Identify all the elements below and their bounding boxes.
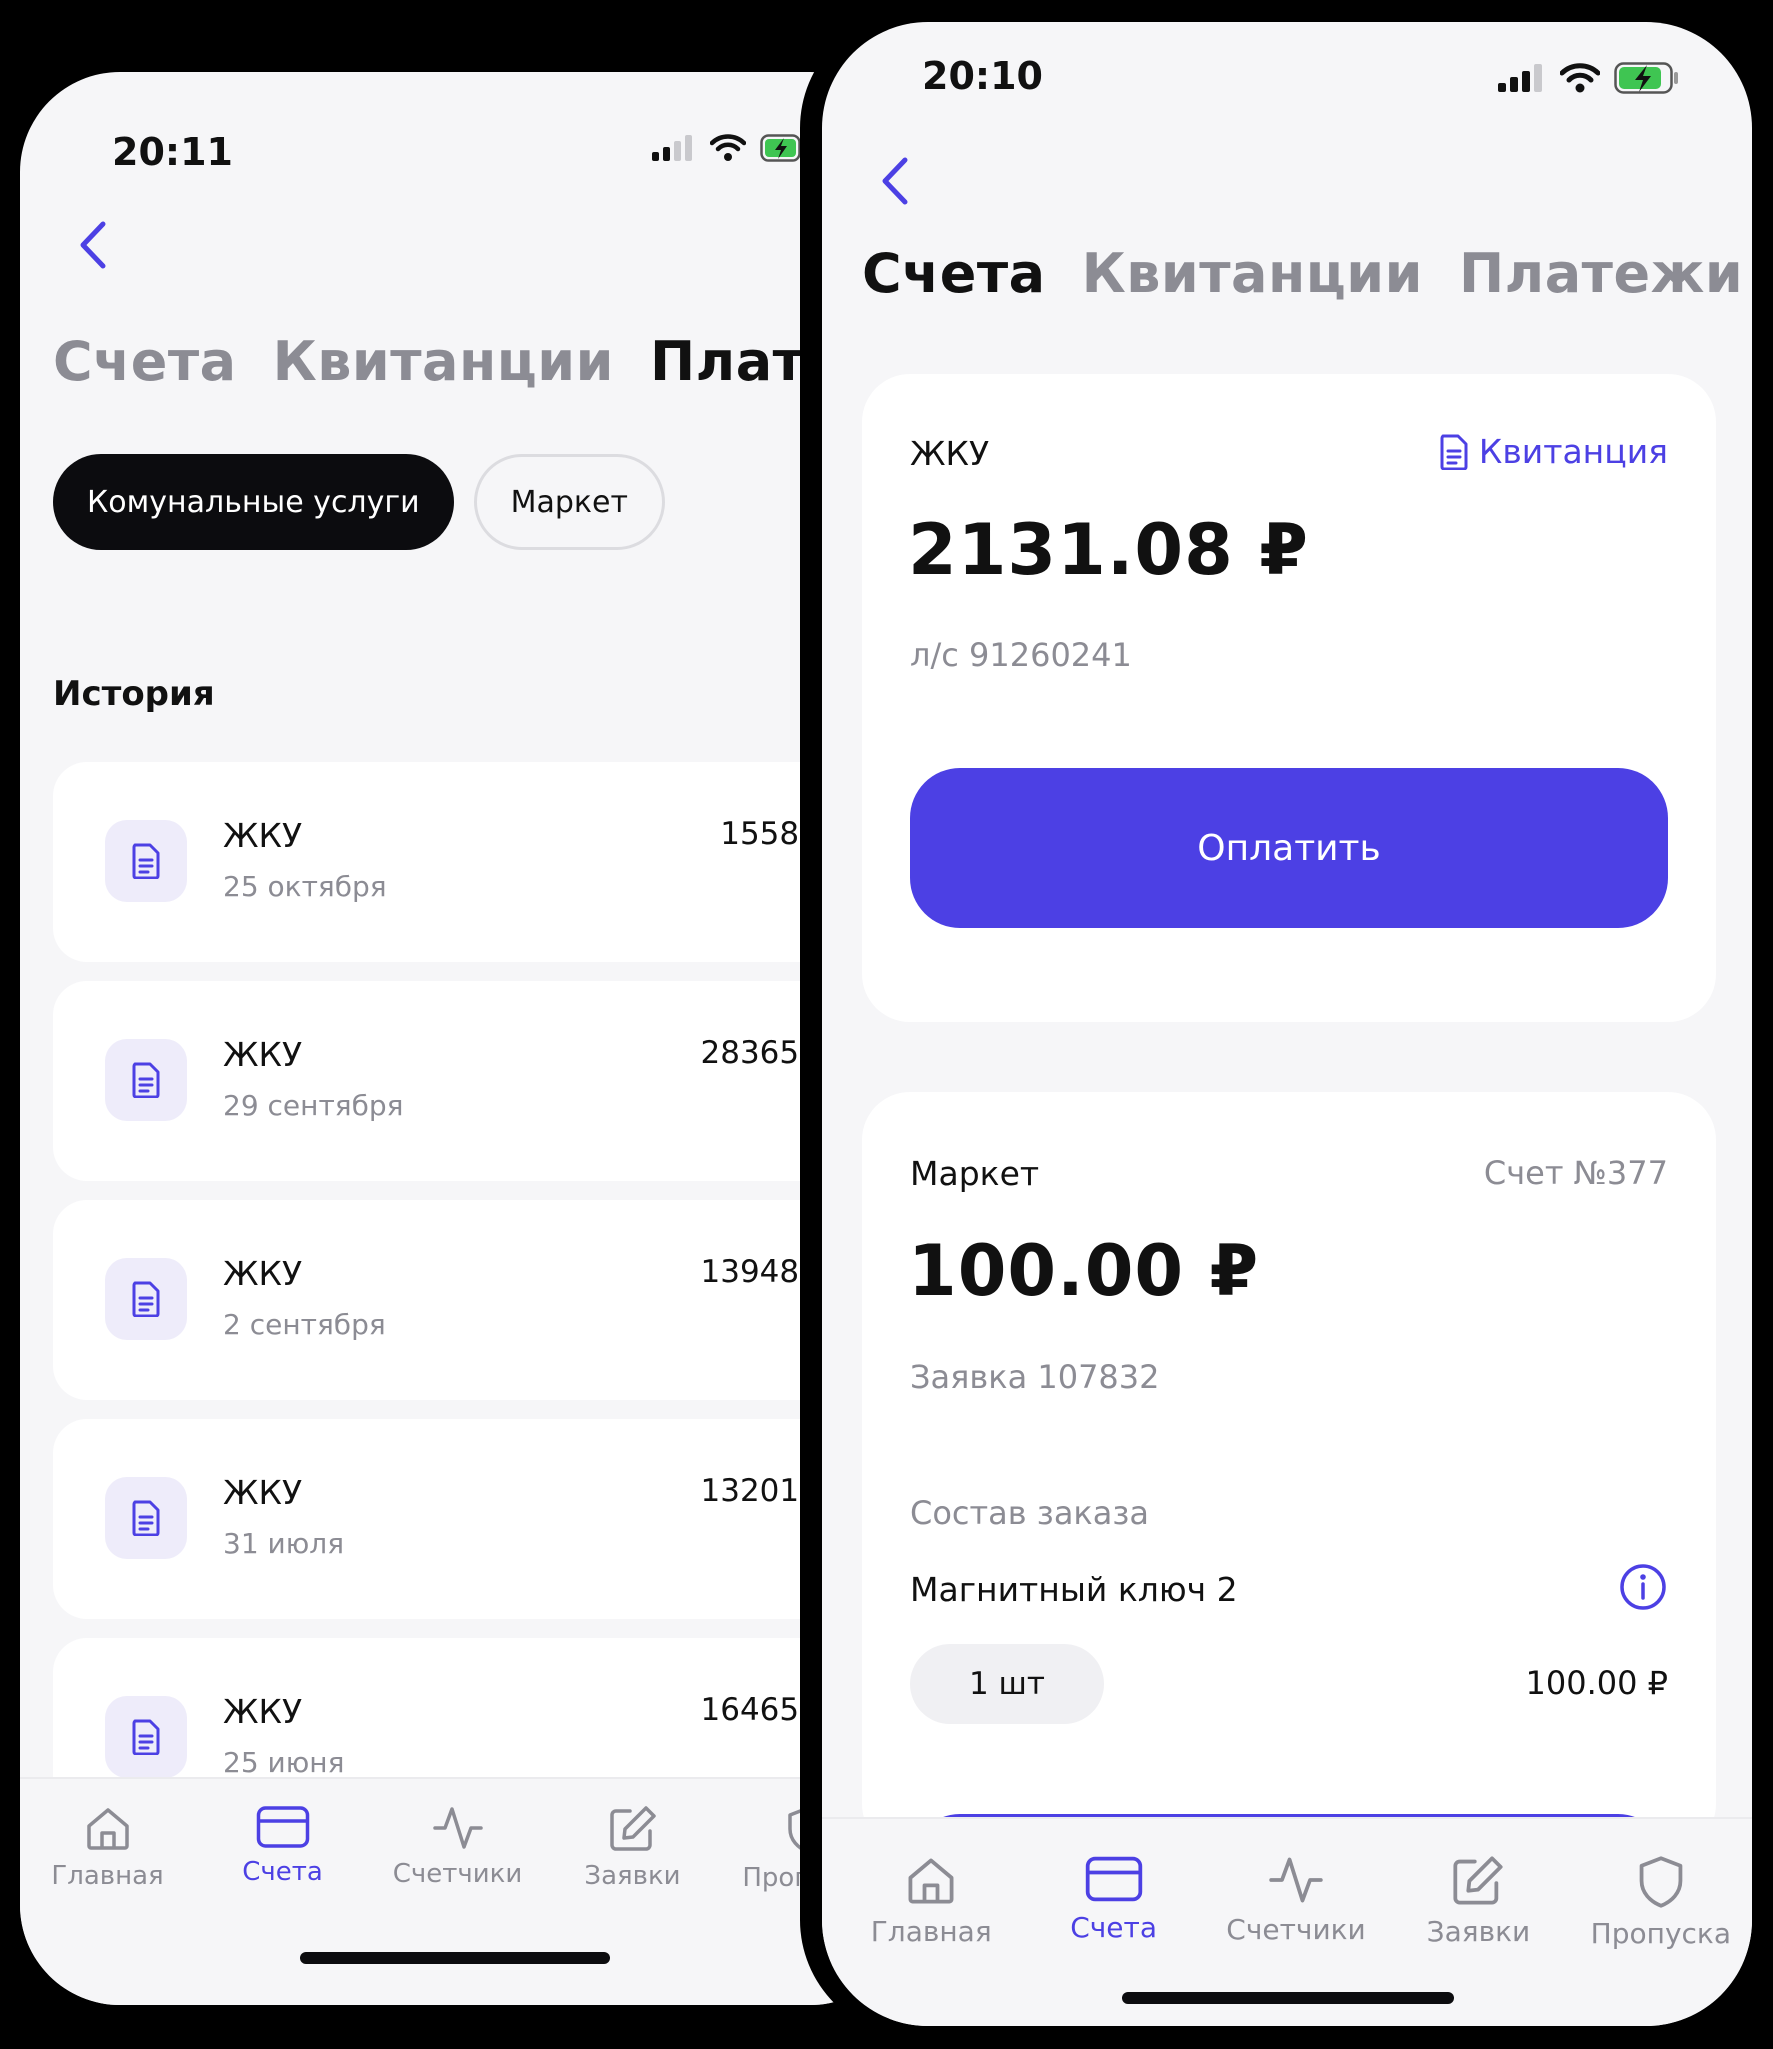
tabbar-home[interactable]: Главная bbox=[840, 1855, 1022, 2026]
account-number: л/с 91260241 bbox=[910, 636, 1132, 674]
phone-screen-payments: 20:11 Счета Квитанции Платежи Комунальны… bbox=[20, 72, 910, 2005]
history-item-name: ЖКУ bbox=[223, 1035, 303, 1074]
signal-icon bbox=[1498, 64, 1542, 92]
request-number: Заявка 107832 bbox=[910, 1358, 1160, 1396]
history-item-date: 25 октября bbox=[223, 870, 387, 903]
bill-amount: 2131.08 ₽ bbox=[908, 509, 1309, 591]
tabbar-meters[interactable]: Счетчики bbox=[370, 1805, 545, 2005]
tabbar-accounts[interactable]: Счета bbox=[195, 1805, 370, 2005]
wifi-icon bbox=[1560, 63, 1600, 93]
history-item[interactable]: ЖКУ 29 сентября 28365.66 ₽ bbox=[53, 981, 910, 1181]
status-icons bbox=[1498, 62, 1680, 94]
tabbar-home[interactable]: Главная bbox=[20, 1805, 195, 2005]
bottom-tabbar: Главная Счета Счетчики Заявки Пропуска bbox=[20, 1777, 910, 2005]
history-item-date: 29 сентября bbox=[223, 1089, 404, 1122]
market-title: Маркет bbox=[910, 1154, 1040, 1193]
pulse-icon bbox=[1269, 1857, 1323, 1903]
pulse-icon bbox=[432, 1807, 483, 1849]
document-icon bbox=[105, 820, 187, 902]
info-icon[interactable] bbox=[1618, 1562, 1668, 1612]
order-title: Состав заказа bbox=[910, 1494, 1149, 1532]
section-tabs: Счета Квитанции Платежи bbox=[862, 242, 1752, 305]
home-indicator[interactable] bbox=[1122, 1992, 1454, 2004]
document-icon bbox=[105, 1696, 187, 1778]
tab-payments[interactable]: Платежи bbox=[1459, 242, 1743, 305]
history-item-name: ЖКУ bbox=[223, 816, 303, 855]
history-item[interactable]: ЖКУ 31 июля 13201.45 ₽ bbox=[53, 1419, 910, 1619]
wifi-icon bbox=[710, 134, 746, 161]
back-button[interactable] bbox=[62, 210, 122, 280]
receipt-link-label: Квитанция bbox=[1478, 432, 1668, 471]
status-time: 20:11 bbox=[112, 130, 233, 174]
tabbar-accounts-label: Счета bbox=[242, 1857, 323, 1887]
tab-accounts[interactable]: Счета bbox=[862, 242, 1046, 305]
tabbar-meters-label: Счетчики bbox=[392, 1859, 523, 1889]
tabbar-requests-label: Заявки bbox=[1426, 1915, 1531, 1948]
tabbar-passes[interactable]: Пропуска bbox=[1570, 1855, 1752, 2026]
edit-icon bbox=[609, 1806, 656, 1851]
battery-icon bbox=[760, 134, 801, 162]
phone-screen-accounts: 20:10 Счета Квитанции Платежи ЖКУ Квитан… bbox=[822, 22, 1752, 2026]
document-icon bbox=[105, 1258, 187, 1340]
tabbar-accounts-label: Счета bbox=[1070, 1911, 1157, 1944]
home-indicator[interactable] bbox=[300, 1952, 610, 1964]
chevron-left-icon bbox=[882, 157, 908, 205]
card-icon bbox=[1085, 1856, 1142, 1902]
history-item-name: ЖКУ bbox=[223, 1254, 303, 1293]
invoice-number: Счет №377 bbox=[1483, 1154, 1668, 1192]
bill-card: ЖКУ Квитанция 2131.08 ₽ л/с 91260241 Опл… bbox=[862, 374, 1716, 1022]
status-time: 20:10 bbox=[922, 54, 1043, 98]
history-title: История bbox=[53, 674, 215, 714]
battery-icon bbox=[1614, 62, 1678, 94]
history-item[interactable]: ЖКУ 25 октября 1558.74 ₽ bbox=[53, 762, 910, 962]
tabbar-meters-label: Счетчики bbox=[1226, 1913, 1366, 1946]
filter-utilities[interactable]: Комунальные услуги bbox=[53, 454, 454, 550]
tabbar-requests[interactable]: Заявки bbox=[545, 1805, 720, 2005]
section-tabs: Счета Квитанции Платежи bbox=[53, 330, 910, 393]
chevron-left-icon bbox=[80, 221, 106, 269]
tabbar-requests-label: Заявки bbox=[584, 1861, 681, 1891]
order-item-quantity: 1 шт bbox=[910, 1644, 1104, 1724]
tabbar-home-label: Главная bbox=[870, 1915, 992, 1948]
back-button[interactable] bbox=[864, 146, 924, 216]
home-icon bbox=[908, 1858, 954, 1904]
card-icon bbox=[256, 1806, 309, 1848]
tabbar-home-label: Главная bbox=[51, 1861, 164, 1891]
history-item-name: ЖКУ bbox=[223, 1692, 303, 1731]
bill-title: ЖКУ bbox=[910, 434, 990, 473]
tab-accounts[interactable]: Счета bbox=[53, 330, 237, 393]
history-item-name: ЖКУ bbox=[223, 1473, 303, 1512]
history-item[interactable]: ЖКУ 2 сентября 13948.74 ₽ bbox=[53, 1200, 910, 1400]
market-card: Маркет Счет №377 100.00 ₽ Заявка 107832 … bbox=[862, 1092, 1716, 1894]
document-icon bbox=[105, 1477, 187, 1559]
order-item-name: Магнитный ключ 2 bbox=[910, 1570, 1238, 1609]
pay-button[interactable]: Оплатить bbox=[910, 768, 1668, 928]
history-item-date: 25 июня bbox=[223, 1746, 345, 1779]
market-amount: 100.00 ₽ bbox=[908, 1230, 1260, 1312]
document-icon bbox=[1440, 434, 1468, 470]
document-icon bbox=[105, 1039, 187, 1121]
tab-receipts[interactable]: Квитанции bbox=[1082, 242, 1423, 305]
signal-icon bbox=[652, 135, 692, 161]
order-item-price: 100.00 ₽ bbox=[1525, 1664, 1669, 1702]
status-icons bbox=[652, 134, 806, 162]
history-item-date: 31 июля bbox=[223, 1527, 345, 1560]
filter-market[interactable]: Маркет bbox=[473, 454, 665, 550]
shield-icon bbox=[1639, 1856, 1683, 1908]
tab-receipts[interactable]: Квитанции bbox=[273, 330, 614, 393]
tabbar-passes-label: Пропуска bbox=[1590, 1917, 1731, 1950]
receipt-link[interactable]: Квитанция bbox=[1439, 432, 1668, 471]
history-list: ЖКУ 25 октября 1558.74 ₽ ЖКУ 29 сентября… bbox=[53, 762, 910, 1857]
history-item-date: 2 сентября bbox=[223, 1308, 386, 1341]
home-icon bbox=[86, 1808, 129, 1850]
edit-icon bbox=[1453, 1856, 1503, 1905]
filter-chips: Комунальные услуги Маркет bbox=[53, 454, 665, 550]
